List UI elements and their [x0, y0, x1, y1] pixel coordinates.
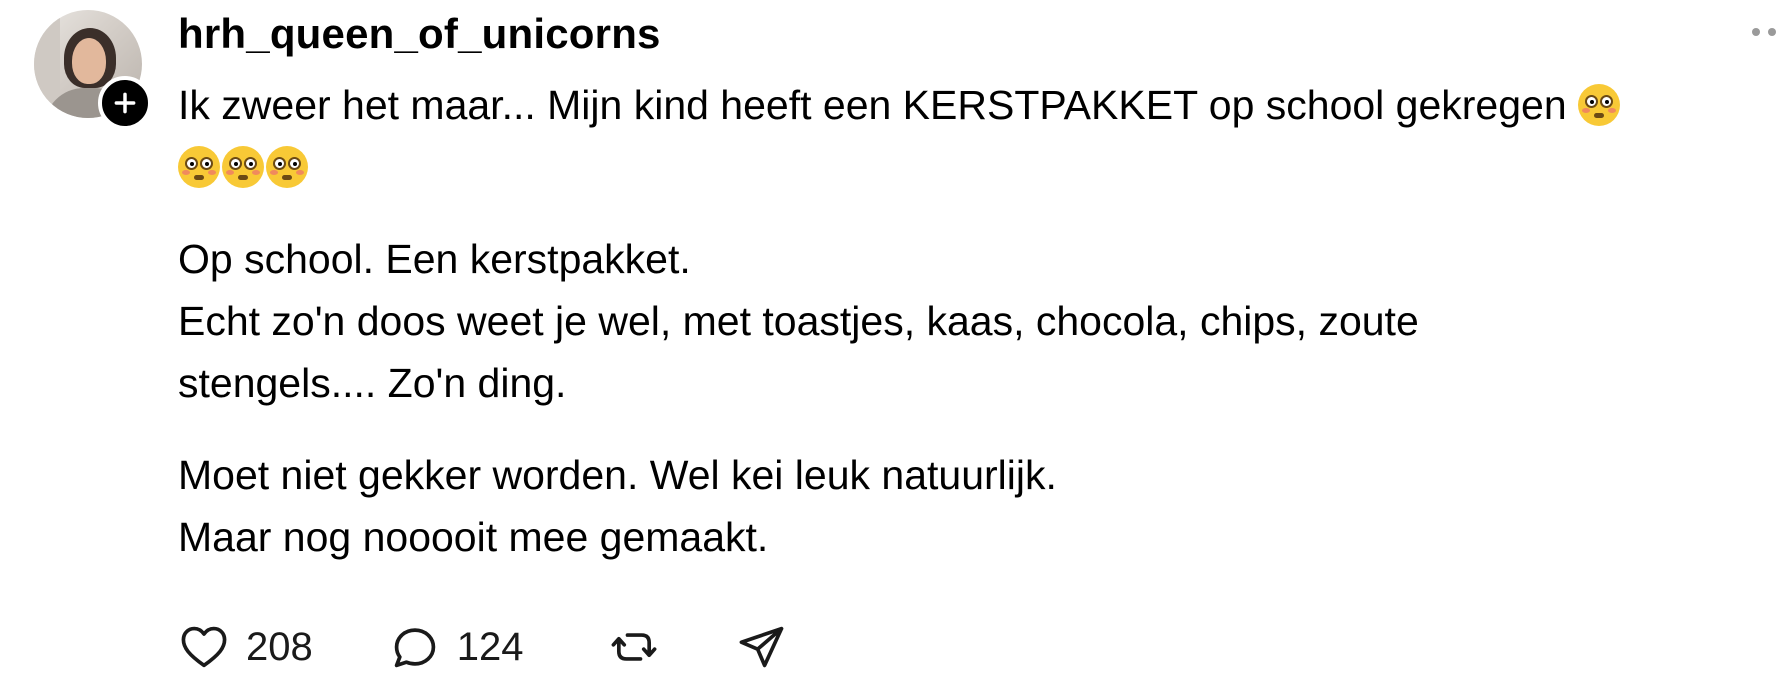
- post-line: Op school. Een kerstpakket.: [178, 236, 691, 282]
- follow-button[interactable]: [98, 76, 152, 130]
- reply-button[interactable]: 124: [389, 621, 524, 673]
- action-bar: 208 124: [178, 620, 788, 674]
- plus-icon: [114, 92, 136, 114]
- repost-icon: [611, 633, 656, 661]
- like-button[interactable]: 208: [178, 621, 313, 673]
- flushed-face-icon: [222, 146, 264, 188]
- post-body: Ik zweer het maar... Mijn kind heeft een…: [178, 74, 1778, 568]
- post-line: Echt zo'n doos weet je wel, met toastjes…: [178, 298, 1419, 344]
- share-icon: [739, 626, 783, 668]
- like-count: 208: [246, 624, 313, 669]
- flushed-face-icon: [178, 146, 220, 188]
- repost-button[interactable]: [608, 621, 660, 673]
- post-line: Maar nog nooooit mee gemaakt.: [178, 514, 769, 560]
- more-icon[interactable]: [1752, 22, 1782, 42]
- flushed-face-icon: [1578, 84, 1621, 126]
- username[interactable]: hrh_queen_of_unicorns: [178, 10, 661, 58]
- share-button[interactable]: [736, 621, 788, 673]
- heart-icon: [181, 626, 227, 668]
- post-line: Moet niet gekker worden. Wel kei leuk na…: [178, 452, 1057, 498]
- post-line: Ik zweer het maar... Mijn kind heeft een…: [178, 74, 1778, 136]
- comment-icon: [394, 628, 436, 668]
- post-line: stengels.... Zo'n ding.: [178, 360, 567, 406]
- flushed-face-icon: [266, 146, 308, 188]
- post-line: [178, 136, 1778, 198]
- reply-count: 124: [456, 624, 524, 669]
- avatar-container[interactable]: [34, 10, 152, 130]
